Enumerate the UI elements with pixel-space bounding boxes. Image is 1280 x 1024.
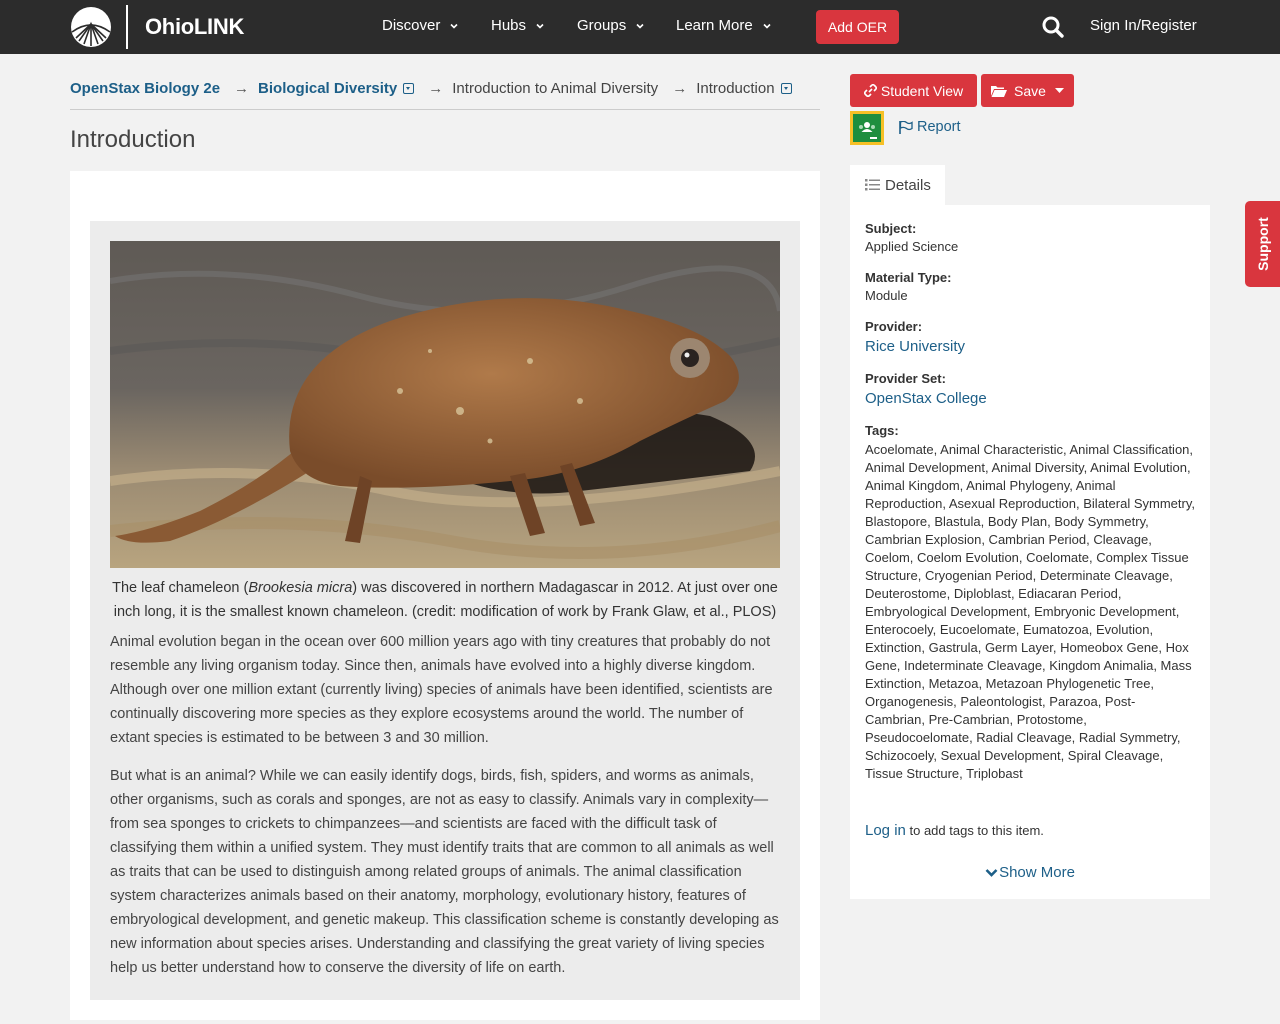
breadcrumb-item-unit-label: Biological Diversity [258,80,398,97]
brand-name: OhioLINK [145,14,245,39]
body-paragraph-1: Animal evolution began in the ocean over… [110,634,773,746]
details-panel: Subject: Applied Science Material Type: … [850,205,1210,899]
chevron-down-icon [763,23,771,29]
provider-set-link[interactable]: OpenStax College [865,390,987,407]
breadcrumb-item-current: Introduction [696,80,792,97]
nav-discover[interactable]: Discover [382,17,458,34]
nav-learn-more[interactable]: Learn More [676,17,771,34]
caption-species-name: Brookesia micra [248,580,353,596]
student-view-button[interactable]: Student View [850,74,977,107]
add-oer-button[interactable]: Add OER [816,10,899,44]
caret-down-icon [1054,87,1064,93]
google-classroom-icon [853,114,881,142]
google-classroom-share-button[interactable] [850,111,884,145]
support-tab[interactable]: Support [1245,201,1280,287]
nav-groups[interactable]: Groups [577,17,644,34]
nav-discover-label: Discover [382,17,441,34]
provider-label: Provider: [865,319,923,334]
nav-hubs-label: Hubs [491,17,527,34]
folder-open-icon [991,85,1008,97]
breadcrumb-item-chapter[interactable]: Introduction to Animal Diversity [452,80,658,97]
link-icon [863,84,877,97]
material-type-value: Module [865,288,908,303]
save-label: Save [1014,82,1046,99]
add-tags-prompt: Log in to add tags to this item. [865,822,1044,839]
save-button[interactable]: Save [981,74,1074,107]
show-more-label: Show More [999,864,1075,881]
figure-section: The leaf chameleon (Brookesia micra) was… [90,221,800,1000]
breadcrumb-separator: → [234,80,250,97]
breadcrumb-item-current-label: Introduction [696,80,775,97]
chevron-down-icon [985,869,998,877]
breadcrumb-separator: → [672,80,688,97]
breadcrumb-item-book[interactable]: OpenStax Biology 2e [70,80,220,97]
chevron-down-icon [450,23,458,29]
nav-hubs[interactable]: Hubs [491,17,544,34]
page-title: Introduction [70,126,196,153]
support-label: Support [1254,217,1271,271]
nav-learn-more-label: Learn More [676,17,753,34]
student-view-label: Student View [880,82,964,99]
report-label: Report [917,119,961,135]
material-type-label: Material Type: [865,270,952,285]
breadcrumb: OpenStax Biology 2e → Biological Diversi… [70,80,820,110]
ohiolink-logo-icon [71,7,111,47]
breadcrumb-separator: → [428,80,444,97]
caption-text-start: The leaf chameleon ( [112,580,249,596]
provider-set-label: Provider Set: [865,371,946,386]
subject-value: Applied Science [865,239,959,254]
chameleon-photo [110,241,780,568]
body-paragraph-2: But what is an animal? While we can easi… [110,768,779,976]
figure-caption: The leaf chameleon (Brookesia micra) was… [110,576,780,624]
content-card: The leaf chameleon (Brookesia micra) was… [70,171,820,1020]
tab-details[interactable]: Details [850,165,945,205]
sign-in-register-link[interactable]: Sign In/Register [1090,17,1197,34]
provider-link[interactable]: Rice University [865,338,965,355]
log-in-link[interactable]: Log in [865,822,906,839]
dropdown-toggle-icon[interactable] [403,83,415,94]
add-tags-text: to add tags to this item. [905,823,1044,838]
flag-icon [899,120,913,134]
nav-groups-label: Groups [577,17,627,34]
tab-details-label: Details [885,176,931,194]
breadcrumb-item-unit[interactable]: Biological Diversity [258,80,415,97]
subject-label: Subject: [865,221,917,236]
dropdown-toggle-icon[interactable] [780,83,792,94]
tags-label: Tags: [865,423,899,438]
search-icon[interactable] [1041,15,1065,39]
ohiolink-logo[interactable]: OhioLINK [70,5,244,49]
chevron-down-icon [536,23,544,29]
list-icon [865,179,880,191]
show-more-link[interactable]: Show More [850,864,1210,881]
tags-list: Acoelomate, Animal Characteristic, Anima… [865,442,1195,781]
chevron-down-icon [636,23,644,29]
top-navbar: OhioLINK Discover Hubs Groups Learn More… [0,0,1280,54]
report-link[interactable]: Report [899,119,961,135]
chameleon-image [110,241,780,568]
logo-divider [126,5,128,49]
